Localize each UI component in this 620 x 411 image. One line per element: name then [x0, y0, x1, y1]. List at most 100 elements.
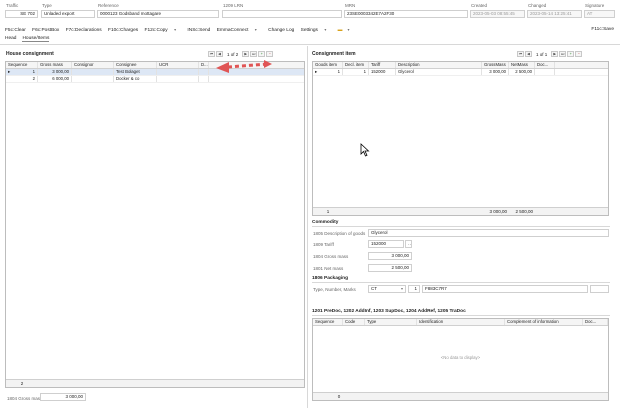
net-mass-label: 1801 Net mass [313, 266, 344, 271]
traffic-label: Traffic [6, 3, 19, 8]
col-tariff[interactable]: Tariff [369, 62, 396, 68]
col-gross-mass[interactable]: GrossMass [482, 62, 509, 68]
col-description[interactable]: Description [396, 62, 482, 68]
emmaconnect-menu[interactable]: EmmaConnect ▾ [217, 27, 262, 33]
lrn-field[interactable] [222, 10, 342, 18]
declarations-button[interactable]: F7c:Declarations [66, 28, 102, 33]
table-row[interactable]: ▸ 1 1 152000 Glycerol 3 000,00 2 500,00 [313, 69, 608, 76]
cell-consignee: Test Bolaget [114, 69, 157, 75]
cell-d [199, 76, 209, 82]
col-sequence[interactable]: Sequence [6, 62, 38, 68]
tariff-lookup-icon[interactable]: … [405, 240, 412, 248]
item-net-total: 2 500,00 [515, 209, 533, 214]
cell-ucr [157, 69, 199, 75]
tariff-label: 1809 Tariff [313, 242, 334, 247]
col-doc[interactable]: Doc... [535, 62, 555, 68]
remove-icon[interactable]: − [266, 51, 274, 57]
next-page-icon[interactable]: ▶ [551, 51, 559, 57]
col-ucr[interactable]: UCR [157, 62, 199, 68]
folder-icon[interactable]: ▬ [338, 28, 343, 33]
col-gross-mass[interactable]: Gross mass [38, 62, 72, 68]
prev-page-icon[interactable]: ◀ [525, 51, 532, 57]
last-page-icon[interactable]: ⏭ [250, 51, 258, 57]
col-decl-item[interactable]: Decl. item [343, 62, 369, 68]
type-field[interactable]: Unladed export [41, 10, 95, 18]
net-mass-field[interactable]: 2 500,00 [368, 264, 412, 272]
tab-head[interactable]: Head [5, 36, 16, 42]
gross-mass-field[interactable]: 3 000,00 [368, 252, 412, 260]
postbox-button[interactable]: F6c:PostBox [32, 28, 59, 33]
col-consignor[interactable]: Consignor [72, 62, 114, 68]
col-complement[interactable]: Complement of information [505, 319, 583, 325]
prev-page-icon[interactable]: ◀ [216, 51, 223, 57]
house-gross-mass-label: 1804 Gross mass [7, 396, 43, 401]
next-page-icon[interactable]: ▶ [242, 51, 250, 57]
item-grid-footer: 1 3 000,00 2 500,00 [313, 207, 608, 215]
toolbar: F5c:Clear F6c:PostBox F7c:Declarations F… [5, 27, 354, 33]
lrn-label: 1209 LRN [223, 3, 244, 8]
last-page-icon[interactable]: ⏭ [559, 51, 567, 57]
package-extra-field[interactable] [590, 285, 609, 293]
send-button[interactable]: INSc:Send [187, 28, 210, 33]
cell-gross-mass: 6 000,00 [38, 76, 72, 82]
house-gross-mass-field[interactable]: 3 000,00 [40, 393, 86, 401]
chevron-down-icon: ▾ [400, 286, 403, 291]
charges-button[interactable]: F10c:Charges [108, 28, 138, 33]
changed-field: 2023-05-14 13:25:41 [527, 10, 582, 18]
panel-splitter[interactable] [307, 46, 308, 408]
chevron-down-icon: ▾ [347, 27, 350, 32]
signature-field: AT [584, 10, 615, 18]
package-number-field[interactable]: 1 [408, 285, 420, 293]
cell-consignor [72, 76, 114, 82]
item-row-count: 1 [326, 209, 330, 214]
documents-title: 1201 PreDoc, 1202 AddInf, 1203 SupDoc, 1… [312, 309, 466, 314]
arrow-annotation-icon [216, 60, 272, 73]
packaging-title: 1806 Packaging [312, 276, 348, 281]
changed-label: Changed [528, 3, 547, 8]
col-doc[interactable]: Doc... [583, 319, 608, 325]
package-type-value: CT [371, 286, 377, 291]
docs-row-count: 0 [337, 394, 341, 399]
tab-house-items[interactable]: House/Items [22, 36, 50, 42]
item-gross-total: 3 000,00 [489, 209, 507, 214]
settings-menu[interactable]: Settings ▾ [300, 27, 332, 33]
house-consignment-grid: Sequence Gross mass Consignor Consignee … [5, 61, 305, 388]
mrn-field[interactable]: 23SE0003342E7A2F30 [344, 10, 468, 18]
description-field[interactable]: Glycerol [368, 229, 609, 237]
tariff-field[interactable]: 152000 [368, 240, 404, 248]
col-net-mass[interactable]: NetMass [509, 62, 535, 68]
settings-label: Settings [300, 28, 318, 33]
clear-button[interactable]: F5c:Clear [5, 28, 26, 33]
col-sequence[interactable]: Sequence [313, 319, 343, 325]
reference-field[interactable]: 0000123 Godsband mottagare [97, 10, 219, 18]
col-consignee[interactable]: Consignee [114, 62, 157, 68]
chevron-down-icon: ▾ [254, 27, 257, 32]
col-identification[interactable]: Identification [417, 319, 505, 325]
package-marks-field[interactable]: F883C7R7 [422, 285, 588, 293]
col-goods-item[interactable]: Goods item [313, 62, 343, 68]
cell-ucr [157, 76, 199, 82]
chevron-down-icon: ▾ [174, 27, 177, 32]
col-d[interactable]: D... [199, 62, 209, 68]
cell-gross-mass: 3 000,00 [482, 69, 509, 75]
traffic-field[interactable]: SE 702 [5, 10, 38, 18]
table-row[interactable]: 2 6 000,00 Docker & co [6, 76, 304, 83]
col-type[interactable]: Type [365, 319, 417, 325]
consignment-item-title: Consignment item [312, 51, 356, 57]
save-button[interactable]: F11c:Save [591, 27, 614, 32]
row-indicator-icon: ▸ [8, 69, 11, 74]
add-icon[interactable]: + [258, 51, 266, 57]
change-log-button[interactable]: Change Log [268, 28, 294, 33]
col-code[interactable]: Code [343, 319, 365, 325]
remove-icon[interactable]: − [575, 51, 583, 57]
add-icon[interactable]: + [567, 51, 575, 57]
first-page-icon[interactable]: ⏮ [208, 51, 215, 57]
package-type-select[interactable]: CT ▾ [368, 285, 406, 293]
first-page-icon[interactable]: ⏮ [517, 51, 524, 57]
divider [312, 226, 610, 227]
cell-consignor [72, 69, 114, 75]
created-label: Created [471, 3, 488, 8]
divider [312, 282, 610, 283]
copy-menu[interactable]: F12c:Copy ▾ [145, 27, 182, 33]
cell-d [199, 69, 209, 75]
